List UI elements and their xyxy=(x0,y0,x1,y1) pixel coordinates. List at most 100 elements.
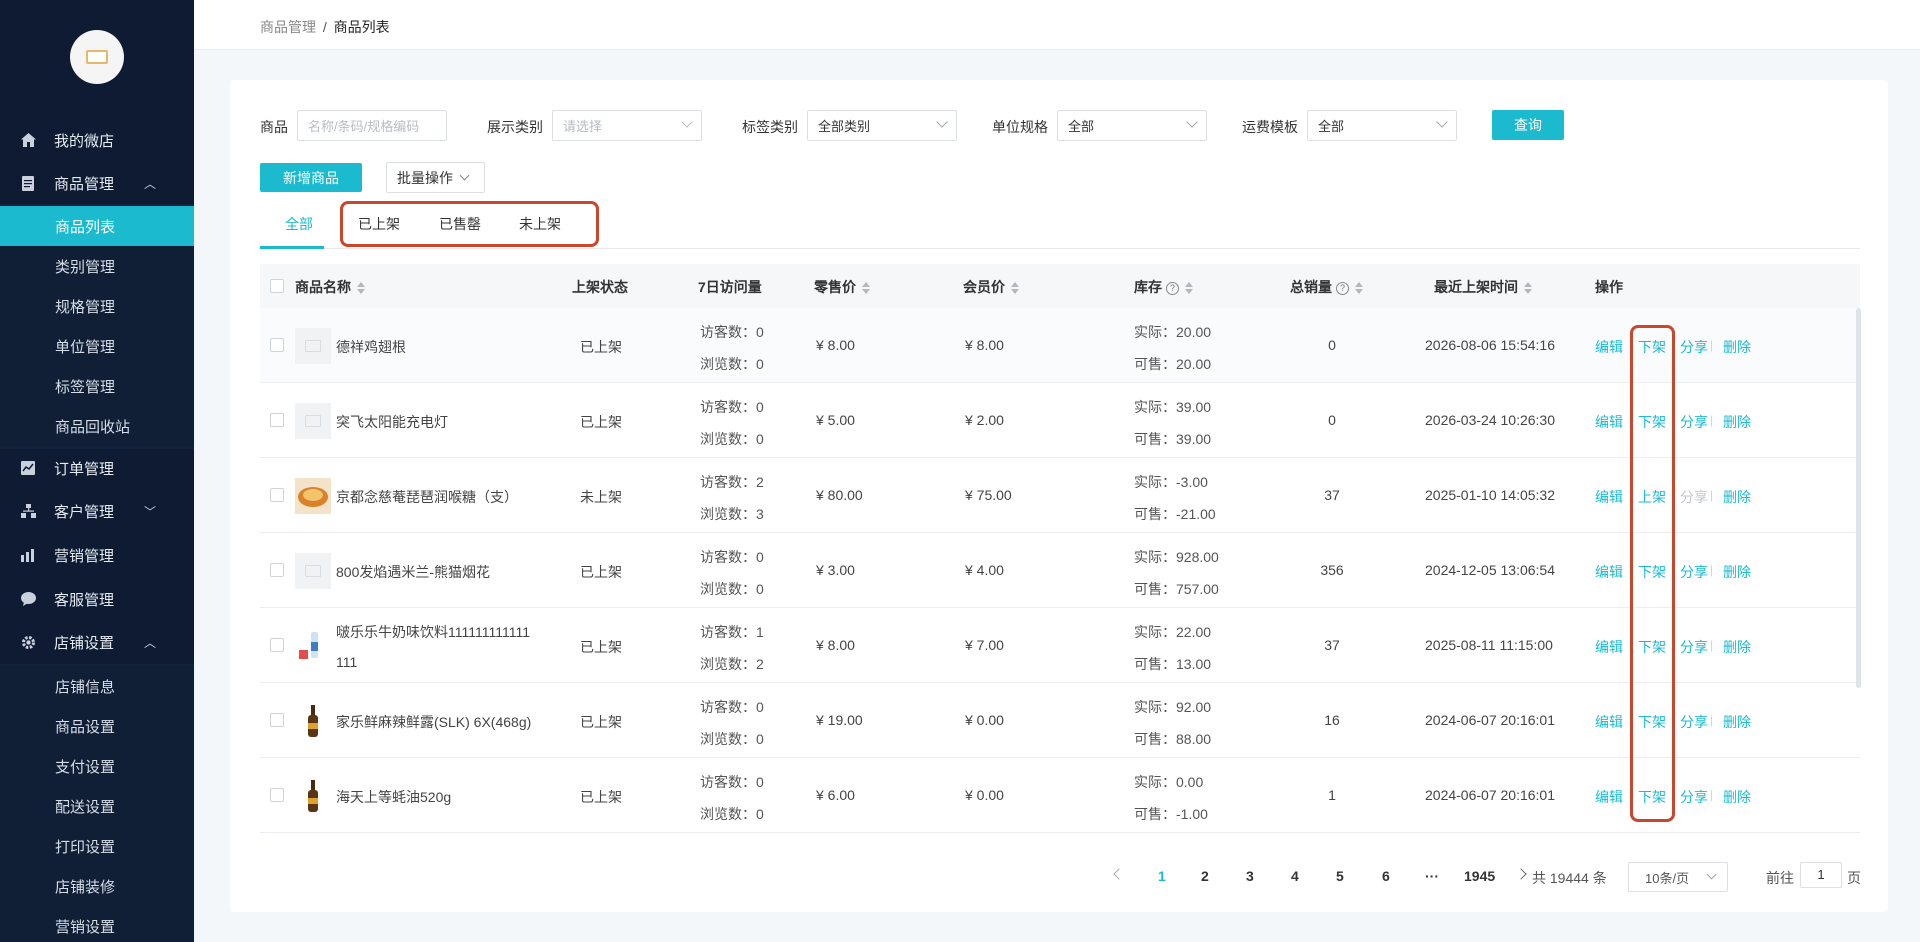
button-label: 批量操作 xyxy=(397,169,453,186)
display-category-select[interactable]: 请选择 xyxy=(552,110,702,141)
row-checkbox[interactable] xyxy=(270,563,284,577)
sidebar-subitem-goods-settings[interactable]: 商品设置 xyxy=(0,706,194,746)
sidebar-item-goods[interactable]: 商品管理 ︿ xyxy=(0,163,194,203)
header-name[interactable]: 商品名称 xyxy=(295,277,365,297)
delete-button[interactable]: 删除 xyxy=(1723,412,1751,432)
delete-button[interactable]: 删除 xyxy=(1723,487,1751,507)
breadcrumb-parent[interactable]: 商品管理 xyxy=(260,19,316,35)
share-button[interactable]: 分享 xyxy=(1680,787,1708,807)
sidebar-item-shop-settings[interactable]: 店铺设置 ︿ xyxy=(0,622,194,662)
highlight-box-tabs xyxy=(340,201,599,247)
sidebar-subitem-delivery[interactable]: 配送设置 xyxy=(0,786,194,826)
delete-button[interactable]: 删除 xyxy=(1723,637,1751,657)
sidebar-subitem-goods-list[interactable]: 商品列表 xyxy=(0,206,194,246)
sort-icon[interactable] xyxy=(1011,282,1019,295)
share-button[interactable]: 分享 xyxy=(1680,412,1708,432)
delete-button[interactable]: 删除 xyxy=(1723,712,1751,732)
total-sales: 356 xyxy=(1320,562,1344,578)
sidebar-subitem-payment[interactable]: 支付设置 xyxy=(0,746,194,786)
avail-prefix: 可售： xyxy=(1134,431,1176,447)
delete-button[interactable]: 删除 xyxy=(1723,562,1751,582)
query-button[interactable]: 查询 xyxy=(1492,110,1564,140)
goods-name[interactable]: 京都念慈菴琵琶润喉糖（支） xyxy=(336,487,518,507)
header-retail-price[interactable]: 零售价 xyxy=(814,277,870,297)
batch-actions-button[interactable]: 批量操作 xyxy=(386,162,485,193)
header-member-price[interactable]: 会员价 xyxy=(963,277,1019,297)
sidebar-item-service[interactable]: 客服管理 xyxy=(0,579,194,619)
sidebar-subitem-decoration[interactable]: 店铺装修 xyxy=(0,866,194,906)
sidebar-subitem-category[interactable]: 类别管理 xyxy=(0,246,194,286)
sort-icon[interactable] xyxy=(357,282,365,295)
goods-name-cont[interactable]: 111 xyxy=(336,654,357,670)
shelf-status: 已上架 xyxy=(580,789,622,805)
goods-name[interactable]: 德祥鸡翅根 xyxy=(336,337,406,357)
page-number[interactable]: 1945 xyxy=(1464,868,1495,884)
goods-name[interactable]: 突飞太阳能充电灯 xyxy=(336,412,448,432)
row-checkbox[interactable] xyxy=(270,338,284,352)
edit-button[interactable]: 编辑 xyxy=(1595,787,1623,807)
help-icon[interactable]: ? xyxy=(1166,281,1179,295)
sidebar-subitem-unit[interactable]: 单位管理 xyxy=(0,326,194,366)
page-number[interactable]: 6 xyxy=(1382,868,1390,884)
row-checkbox[interactable] xyxy=(270,788,284,802)
visitor-count: 访客数：0 xyxy=(700,772,764,792)
shop-logo[interactable] xyxy=(70,30,124,84)
sidebar-item-marketing[interactable]: 营销管理 xyxy=(0,535,194,575)
add-goods-button[interactable]: 新增商品 xyxy=(260,163,362,192)
tag-category-label: 标签类别 xyxy=(742,119,798,135)
goods-name[interactable]: 800发焰遇米兰-熊猫烟花 xyxy=(336,562,490,582)
page-number[interactable]: 2 xyxy=(1201,868,1209,884)
header-total-sales[interactable]: 总销量? xyxy=(1290,277,1363,297)
select-all-checkbox[interactable] xyxy=(270,279,284,293)
goods-name[interactable]: 啵乐乐牛奶味饮料111111111111 xyxy=(336,622,530,642)
goods-name[interactable]: 家乐鲜麻辣鲜露(SLK) 6X(468g) xyxy=(336,712,531,732)
page-number[interactable]: 1 xyxy=(1158,868,1166,884)
delete-button[interactable]: 删除 xyxy=(1723,787,1751,807)
edit-button[interactable]: 编辑 xyxy=(1595,562,1623,582)
table-scrollbar[interactable] xyxy=(1856,308,1861,688)
pagination-ellipsis[interactable]: ··· xyxy=(1425,868,1439,884)
edit-button[interactable]: 编辑 xyxy=(1595,712,1623,732)
subitem-label: 配送设置 xyxy=(55,798,116,816)
share-button[interactable]: 分享 xyxy=(1680,712,1708,732)
edit-button[interactable]: 编辑 xyxy=(1595,337,1623,357)
row-checkbox[interactable] xyxy=(270,413,284,427)
row-checkbox[interactable] xyxy=(270,488,284,502)
sort-icon[interactable] xyxy=(1185,282,1193,295)
unit-spec-select[interactable]: 全部 xyxy=(1057,110,1207,141)
sort-icon[interactable] xyxy=(1355,282,1363,295)
share-button[interactable]: 分享 xyxy=(1680,562,1708,582)
sidebar-subitem-recycle[interactable]: 商品回收站 xyxy=(0,406,194,446)
goto-page-input[interactable]: 1 xyxy=(1800,862,1842,888)
page-number[interactable]: 3 xyxy=(1246,868,1254,884)
goods-name[interactable]: 海天上等蚝油520g xyxy=(336,787,451,807)
help-icon[interactable]: ? xyxy=(1336,281,1349,295)
sidebar-item-customers[interactable]: 客户管理 ﹀ xyxy=(0,491,194,531)
page-number[interactable]: 4 xyxy=(1291,868,1299,884)
edit-button[interactable]: 编辑 xyxy=(1595,487,1623,507)
delete-button[interactable]: 删除 xyxy=(1723,337,1751,357)
sidebar-subitem-marketing-settings[interactable]: 营销设置 xyxy=(0,906,194,942)
page-size-select[interactable]: 10条/页 xyxy=(1628,862,1728,892)
row-checkbox[interactable] xyxy=(270,713,284,727)
sort-icon[interactable] xyxy=(862,282,870,295)
sidebar-item-my-shop[interactable]: 我的微店 xyxy=(0,120,194,160)
goods-search-input[interactable]: 名称/条码/规格编码 xyxy=(297,110,447,141)
edit-button[interactable]: 编辑 xyxy=(1595,637,1623,657)
header-stock[interactable]: 库存? xyxy=(1134,277,1193,297)
freight-template-select[interactable]: 全部 xyxy=(1307,110,1457,141)
share-button[interactable]: 分享 xyxy=(1680,637,1708,657)
header-last-listed[interactable]: 最近上架时间 xyxy=(1434,277,1532,297)
sort-icon[interactable] xyxy=(1524,282,1532,295)
sidebar-subitem-spec[interactable]: 规格管理 xyxy=(0,286,194,326)
sidebar-item-orders[interactable]: 订单管理 xyxy=(0,448,194,488)
sidebar-subitem-print[interactable]: 打印设置 xyxy=(0,826,194,866)
sidebar-subitem-shop-info[interactable]: 店铺信息 xyxy=(0,666,194,706)
edit-button[interactable]: 编辑 xyxy=(1595,412,1623,432)
page-number[interactable]: 5 xyxy=(1336,868,1344,884)
tab-all[interactable]: 全部 xyxy=(285,214,313,234)
share-button[interactable]: 分享 xyxy=(1680,337,1708,357)
row-checkbox[interactable] xyxy=(270,638,284,652)
tag-category-select[interactable]: 全部类别 xyxy=(807,110,957,141)
sidebar-subitem-tag[interactable]: 标签管理 xyxy=(0,366,194,406)
